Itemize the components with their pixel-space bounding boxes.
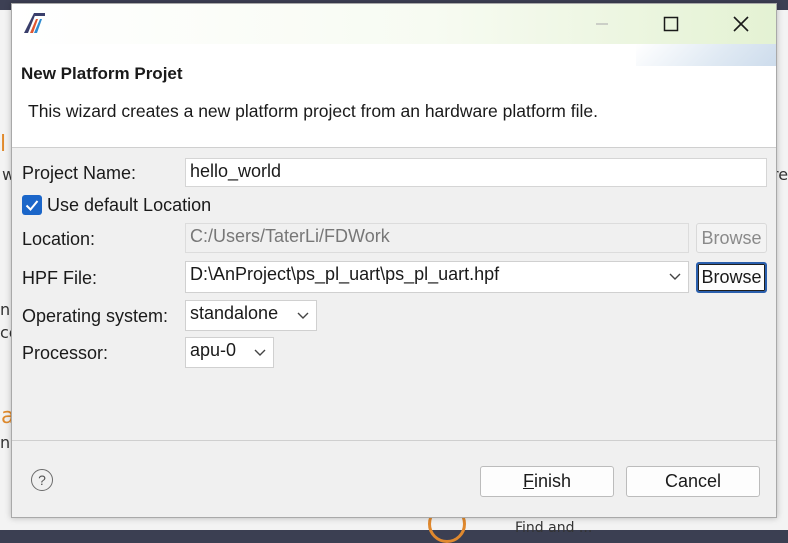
minimize-icon bbox=[596, 23, 608, 25]
footer-separator bbox=[12, 440, 776, 441]
dialog-titlebar bbox=[12, 4, 776, 44]
processor-value: apu-0 bbox=[190, 340, 237, 360]
chevron-down-icon bbox=[254, 349, 266, 356]
finish-label: inish bbox=[533, 471, 572, 491]
finish-button[interactable]: Finish bbox=[480, 466, 614, 497]
finish-mnemonic: F bbox=[522, 471, 534, 491]
hpf-file-value: D:\AnProject\ps_pl_uart\ps_pl_uart.hpf bbox=[190, 264, 500, 284]
wizard-description: This wizard creates a new platform proje… bbox=[28, 101, 598, 121]
maximize-icon bbox=[663, 16, 679, 32]
bg-fragment: n bbox=[0, 433, 11, 452]
chevron-down-icon bbox=[297, 312, 309, 319]
location-browse-button[interactable]: Browse bbox=[696, 223, 767, 253]
use-default-location-label: Use default Location bbox=[47, 195, 212, 215]
hpf-file-combo[interactable]: D:\AnProject\ps_pl_uart\ps_pl_uart.hpf bbox=[185, 261, 689, 293]
project-name-label: Project Name: bbox=[22, 163, 137, 183]
maximize-button[interactable] bbox=[649, 9, 693, 39]
operating-system-label: Operating system: bbox=[22, 306, 169, 326]
close-icon bbox=[733, 16, 749, 32]
help-icon: ? bbox=[38, 472, 46, 488]
close-button[interactable] bbox=[719, 9, 763, 39]
hpf-file-label: HPF File: bbox=[22, 268, 98, 288]
header-decoration bbox=[636, 44, 776, 66]
wizard-title: New Platform Projet bbox=[21, 64, 183, 83]
operating-system-value: standalone bbox=[190, 303, 279, 323]
new-platform-project-dialog: New Platform Projet This wizard creates … bbox=[11, 3, 777, 518]
processor-label: Processor: bbox=[22, 343, 109, 363]
operating-system-select[interactable]: standalone bbox=[185, 300, 317, 331]
hpf-file-browse-button[interactable]: Browse bbox=[696, 262, 767, 293]
chevron-down-icon bbox=[669, 273, 681, 280]
location-input[interactable]: C:/Users/TaterLi/FDWork bbox=[185, 223, 689, 253]
use-default-location-checkbox[interactable] bbox=[22, 195, 42, 215]
project-name-input[interactable]: hello_world bbox=[185, 158, 767, 187]
processor-select[interactable]: apu-0 bbox=[185, 337, 274, 368]
checkmark-icon bbox=[25, 200, 39, 211]
minimize-button[interactable] bbox=[580, 9, 624, 39]
bg-fragment: Find and ... bbox=[515, 520, 593, 536]
wizard-header: New Platform Projet This wizard creates … bbox=[12, 44, 776, 148]
location-label: Location: bbox=[22, 229, 96, 249]
bg-fragment: l bbox=[0, 132, 7, 157]
cancel-button[interactable]: Cancel bbox=[626, 466, 760, 497]
app-logo-icon bbox=[24, 13, 45, 33]
help-button[interactable]: ? bbox=[31, 469, 53, 491]
